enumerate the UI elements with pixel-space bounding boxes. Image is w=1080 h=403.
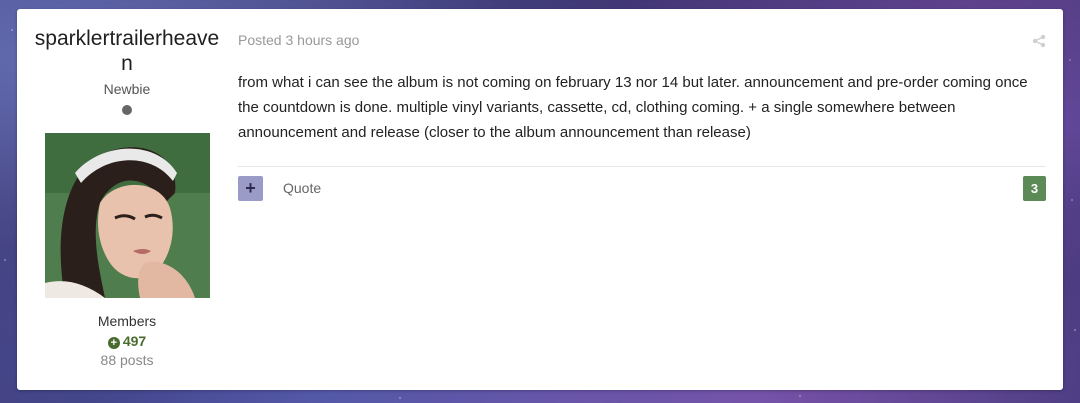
avatar[interactable] [44, 133, 210, 298]
author-rank: Newbie [103, 81, 151, 97]
quote-button[interactable]: Quote [283, 180, 321, 196]
reputation-plus-icon: + [107, 337, 120, 349]
post-timestamp[interactable]: Posted 3 hours ago [238, 32, 1046, 48]
author-post-count: 88 posts [100, 352, 154, 368]
author-name[interactable]: sparklertrailerheaven [29, 26, 225, 76]
reaction-count-badge[interactable]: 3 [1023, 176, 1046, 201]
post-content: Posted 3 hours ago from what i can see t… [238, 9, 1046, 227]
share-icon[interactable] [1032, 34, 1046, 48]
author-group: Members [97, 313, 157, 329]
online-status-indicator [122, 105, 132, 115]
avatar-image [44, 133, 210, 298]
forum-post: sparklertrailerheaven Newbie Members + 4… [17, 9, 1063, 390]
post-body: from what i can see the album is not com… [238, 74, 1028, 141]
author-reputation: +497 [17, 333, 237, 349]
post-controls: + Quote 3 [238, 167, 1046, 227]
multiquote-button[interactable]: + [238, 176, 263, 201]
reputation-value: 497 [122, 333, 147, 349]
author-panel: sparklertrailerheaven Newbie Members + 4… [17, 9, 237, 368]
